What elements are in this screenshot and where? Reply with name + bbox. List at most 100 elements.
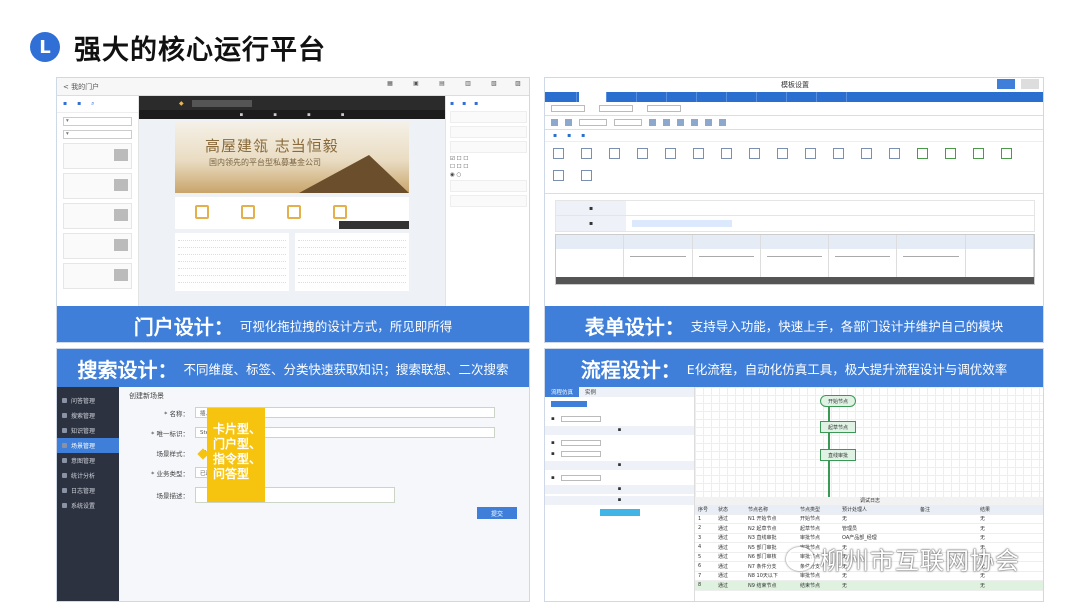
table-row[interactable]: 2 通过 N2 起草节点 起草节点 管理员 无: [695, 524, 1043, 534]
component-card[interactable]: [63, 233, 132, 259]
ribbon-tab[interactable]: ▪: [567, 132, 571, 139]
setting-select[interactable]: [560, 450, 601, 457]
tab-style[interactable]: ▪: [462, 100, 466, 107]
submit-button[interactable]: 提交: [477, 507, 517, 519]
form-tab[interactable]: [639, 92, 667, 102]
form-tab[interactable]: [579, 92, 607, 102]
toolbar-icon[interactable]: ▣: [403, 80, 429, 87]
toolbar-icon[interactable]: ▧: [481, 80, 507, 87]
control-icon[interactable]: [609, 148, 620, 159]
underline-icon[interactable]: [677, 119, 684, 126]
component-select[interactable]: ▾: [63, 117, 132, 126]
site-search[interactable]: [191, 99, 252, 107]
quick-link-icon[interactable]: [241, 205, 255, 219]
undo-icon[interactable]: [551, 119, 558, 126]
sidebar-item[interactable]: 统计分析: [57, 468, 119, 483]
save-button[interactable]: [997, 79, 1015, 89]
control-icon[interactable]: [581, 148, 592, 159]
sidebar-item[interactable]: 意图管理: [57, 453, 119, 468]
component-card[interactable]: [63, 173, 132, 199]
component-card[interactable]: [63, 203, 132, 229]
form-tab[interactable]: [699, 92, 727, 102]
property-option[interactable]: ☑ ☐ ☐: [450, 156, 527, 162]
quick-link-icon[interactable]: [195, 205, 209, 219]
close-button[interactable]: [1021, 79, 1039, 89]
sidebar-item[interactable]: 搜索管理: [57, 408, 119, 423]
control-icon[interactable]: [805, 148, 816, 159]
size-select[interactable]: [614, 119, 642, 126]
upload-icon[interactable]: [917, 148, 928, 159]
table-row[interactable]: 8 通过 N9 结束节点 结束节点 无 无: [695, 581, 1043, 591]
flow-node[interactable]: 直线审批: [820, 449, 856, 461]
control-icon[interactable]: [1001, 148, 1012, 159]
italic-icon[interactable]: [663, 119, 670, 126]
form-tab[interactable]: [729, 92, 757, 102]
text-control-icon[interactable]: [553, 148, 564, 159]
setting-select[interactable]: [560, 415, 601, 422]
sidebar-item[interactable]: 问答管理: [57, 393, 119, 408]
control-icon[interactable]: [889, 148, 900, 159]
flow-canvas[interactable]: 开始节点 起草节点 直线审批: [695, 387, 1043, 497]
flow-node[interactable]: 起草节点: [820, 421, 856, 433]
component-card[interactable]: [63, 263, 132, 289]
search-icon[interactable]: ⌕: [91, 100, 94, 108]
table-icon[interactable]: [719, 119, 726, 126]
control-icon[interactable]: [749, 148, 760, 159]
flow-node[interactable]: 开始节点: [820, 395, 856, 407]
property-row[interactable]: [450, 111, 527, 123]
tab-instance[interactable]: 实例: [579, 387, 602, 397]
bold-icon[interactable]: [649, 119, 656, 126]
toolbar-icon[interactable]: ▤: [429, 80, 455, 87]
setting-select[interactable]: [560, 439, 601, 446]
control-icon[interactable]: [721, 148, 732, 159]
option-dropdown[interactable]: [551, 105, 585, 112]
toolbar-icon[interactable]: ▨: [505, 80, 529, 87]
tab-templates[interactable]: ▪: [77, 100, 81, 108]
color-icon[interactable]: [691, 119, 698, 126]
control-icon[interactable]: [777, 148, 788, 159]
control-icon[interactable]: [637, 148, 648, 159]
option-dropdown[interactable]: [647, 105, 681, 112]
quick-tab-bar[interactable]: [339, 221, 409, 229]
form-value[interactable]: [626, 201, 1034, 215]
control-icon[interactable]: [833, 148, 844, 159]
property-row[interactable]: [450, 126, 527, 138]
quick-link-icon[interactable]: [287, 205, 301, 219]
back-link[interactable]: < 我的门户: [63, 82, 99, 92]
ribbon-tab[interactable]: ▪: [553, 132, 557, 139]
redo-icon[interactable]: [565, 119, 572, 126]
image-icon[interactable]: [945, 148, 956, 159]
component-card[interactable]: [63, 143, 132, 169]
tab-content[interactable]: ▪: [450, 100, 454, 107]
layout-select[interactable]: ▾: [63, 130, 132, 139]
tab-frame[interactable]: ▪: [474, 100, 478, 107]
form-tab[interactable]: [789, 92, 817, 102]
quick-link-icon[interactable]: [333, 205, 347, 219]
control-icon[interactable]: [581, 170, 592, 181]
mode-chip[interactable]: [551, 401, 587, 407]
property-option[interactable]: ☐ ☐ ☐: [450, 164, 527, 170]
property-row[interactable]: [450, 195, 527, 207]
sidebar-item[interactable]: 知识管理: [57, 423, 119, 438]
sidebar-item[interactable]: 场景管理: [57, 438, 119, 453]
form-value[interactable]: [626, 216, 1034, 231]
form-tab[interactable]: [549, 92, 577, 102]
control-icon[interactable]: [861, 148, 872, 159]
ribbon-tab[interactable]: ▪: [581, 132, 585, 139]
run-button[interactable]: [599, 509, 640, 516]
sidebar-item[interactable]: 日志管理: [57, 483, 119, 498]
property-option[interactable]: ◉ ○: [450, 172, 527, 178]
property-row[interactable]: [450, 180, 527, 192]
control-icon[interactable]: [693, 148, 704, 159]
form-tab[interactable]: [759, 92, 787, 102]
control-icon[interactable]: [553, 170, 564, 181]
form-tab[interactable]: [669, 92, 697, 102]
option-dropdown[interactable]: [599, 105, 633, 112]
tab-components[interactable]: ▪: [63, 100, 67, 108]
control-icon[interactable]: [973, 148, 984, 159]
toolbar-icon[interactable]: ▥: [455, 80, 481, 87]
toolbar-icon[interactable]: ▦: [377, 80, 403, 87]
property-row[interactable]: [450, 141, 527, 153]
form-tab[interactable]: [609, 92, 637, 102]
font-select[interactable]: [579, 119, 607, 126]
